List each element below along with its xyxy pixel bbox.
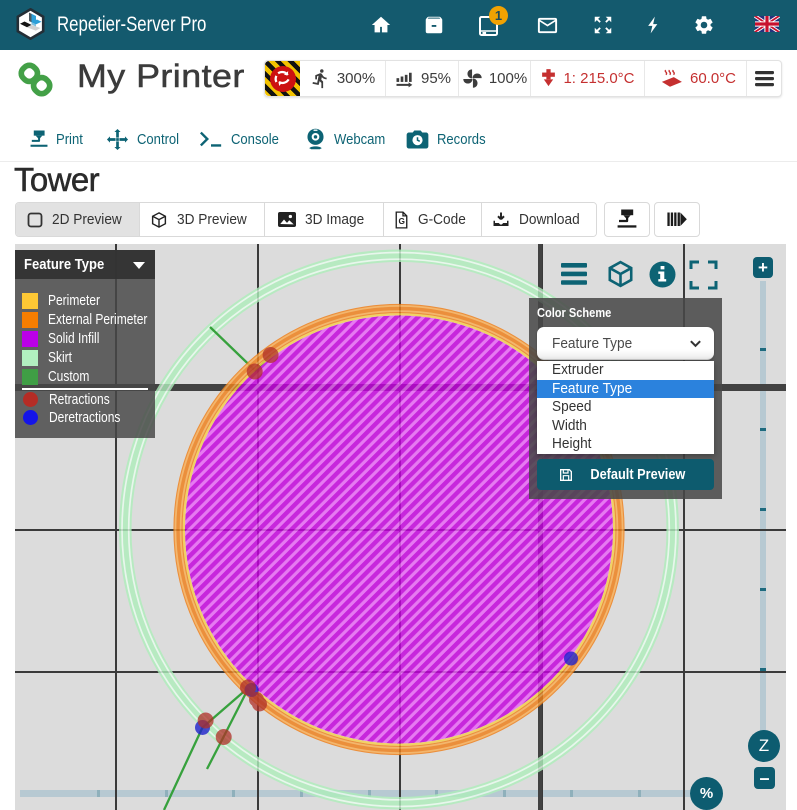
svg-text:G: G [399, 216, 405, 225]
